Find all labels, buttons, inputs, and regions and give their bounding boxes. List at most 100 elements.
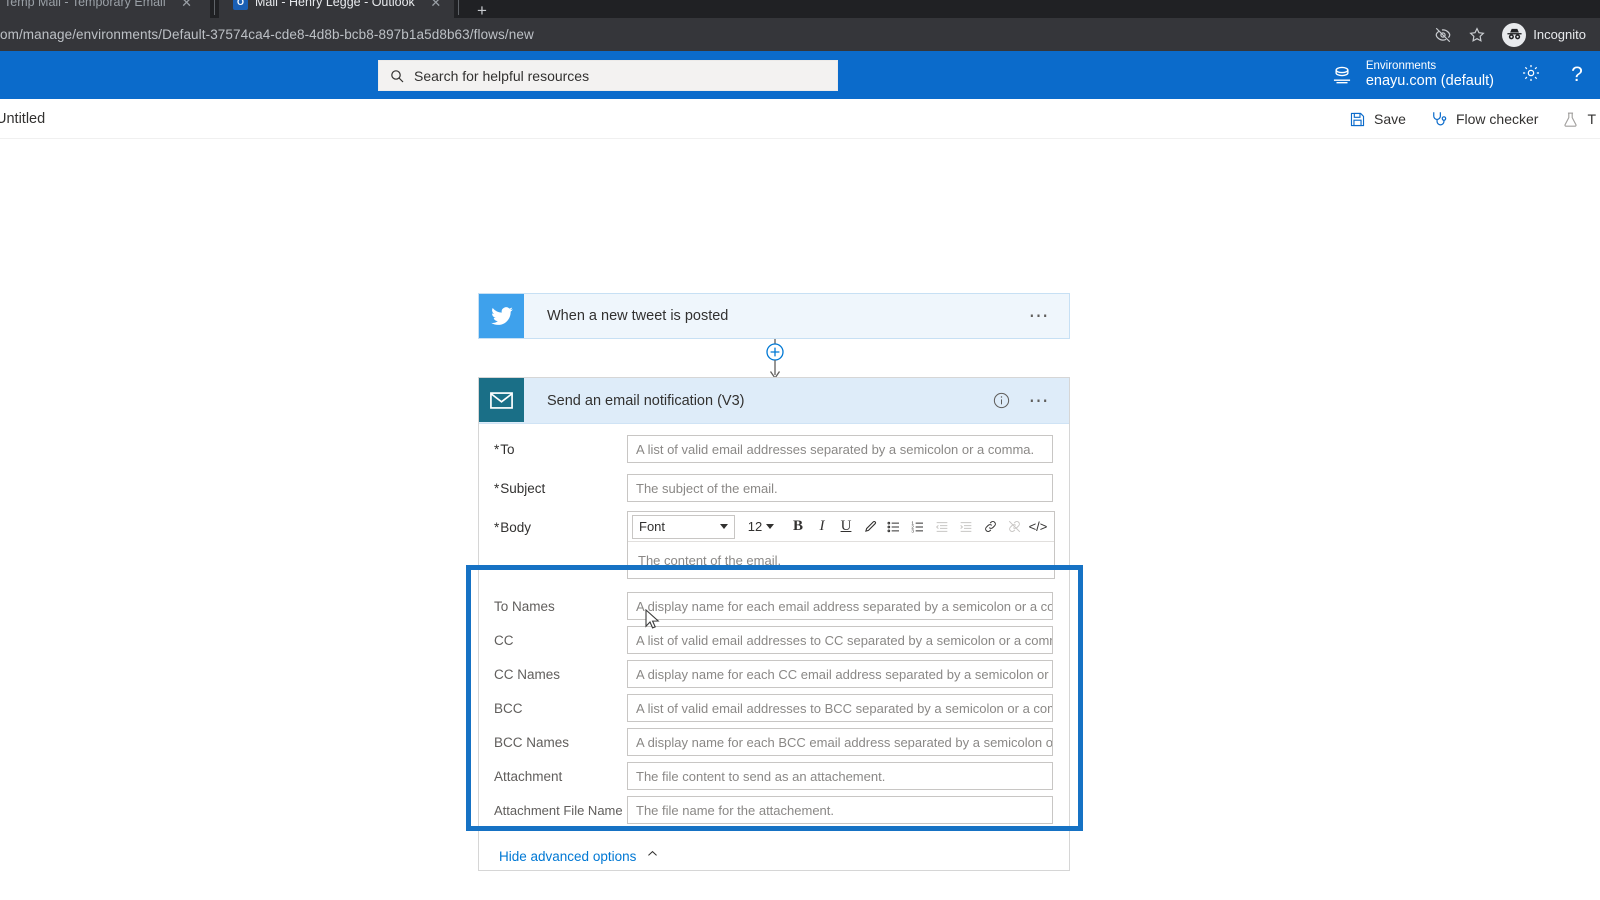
- action-title: Send an email notification (V3): [547, 392, 745, 409]
- font-family-select[interactable]: Font: [632, 514, 735, 539]
- link-icon[interactable]: [978, 515, 1002, 539]
- url-text[interactable]: om/manage/environments/Default-37574ca4-…: [0, 27, 1434, 42]
- ellipsis-icon[interactable]: ⋯: [1029, 391, 1052, 411]
- flow-action-card[interactable]: Send an email notification (V3) ⋯ *To A …: [478, 377, 1070, 871]
- hide-advanced-options-label: Hide advanced options: [499, 848, 637, 864]
- info-circle-icon[interactable]: [992, 391, 1011, 410]
- body-content-input[interactable]: The content of the email.: [628, 542, 1054, 578]
- flask-icon: [1562, 111, 1579, 128]
- flow-title[interactable]: Untitled: [0, 111, 45, 127]
- field-label-bcc: BCC: [494, 700, 523, 716]
- font-size-select[interactable]: 12: [741, 515, 781, 539]
- field-label-to: *To: [494, 441, 515, 457]
- field-row-cc-names: CC Names A display name for each CC emai…: [479, 657, 1069, 691]
- question-mark-icon: ?: [1571, 63, 1583, 86]
- italic-button[interactable]: I: [810, 515, 834, 539]
- pen-highlight-icon[interactable]: [858, 515, 882, 539]
- chevron-up-icon: [646, 847, 659, 865]
- browser-toolbar-icons: Incognito: [1434, 22, 1590, 47]
- settings-button[interactable]: [1508, 51, 1554, 99]
- eye-slash-icon[interactable]: [1434, 26, 1452, 44]
- flow-checker-button[interactable]: Flow checker: [1418, 99, 1550, 139]
- browser-tab-1[interactable]: O Mail - Henry Legge - Outlook ✕: [219, 0, 454, 18]
- incognito-avatar-icon: [1502, 22, 1527, 47]
- field-row-bcc-names: BCC Names A display name for each BCC em…: [479, 725, 1069, 759]
- field-label-subject: *Subject: [494, 480, 546, 496]
- outlook-icon: O: [233, 0, 248, 10]
- field-row-to-names: To Names A display name for each email a…: [479, 589, 1069, 623]
- required-marker: *: [494, 480, 500, 496]
- font-size-value: 12: [747, 519, 763, 534]
- flow-connector: [763, 339, 787, 381]
- test-button[interactable]: T: [1550, 99, 1600, 139]
- to-names-input[interactable]: A display name for each email address se…: [627, 592, 1053, 620]
- flow-trigger-card[interactable]: When a new tweet is posted ⋯: [478, 293, 1070, 339]
- help-button[interactable]: ?: [1554, 51, 1600, 99]
- field-label-cc-names: CC Names: [494, 666, 561, 682]
- bcc-names-input[interactable]: A display name for each BCC email addres…: [627, 728, 1053, 756]
- indent-icon[interactable]: [954, 515, 978, 539]
- to-input[interactable]: A list of valid email addresses separate…: [627, 435, 1053, 463]
- chevron-down-icon: [766, 524, 775, 529]
- field-row-attachment-file-name: Attachment File Name The file name for t…: [479, 793, 1069, 827]
- field-row-body: *Body Font 12 B I U 1 2 3 </> The conten…: [479, 511, 1069, 579]
- environment-icon: [1331, 64, 1353, 86]
- action-header-actions: ⋯: [992, 391, 1070, 411]
- field-label-bcc-names: BCC Names: [494, 734, 570, 750]
- browser-chrome: Temp Mail - Temporary Email ✕ O Mail - H…: [0, 0, 1600, 51]
- flow-checker-label: Flow checker: [1455, 111, 1539, 127]
- incognito-indicator[interactable]: Incognito: [1502, 22, 1586, 47]
- rte-toolbar: Font 12 B I U 1 2 3 </>: [628, 512, 1054, 542]
- subject-input[interactable]: The subject of the email.: [627, 474, 1053, 502]
- bcc-input[interactable]: A list of valid email addresses to BCC s…: [627, 694, 1053, 722]
- star-icon[interactable]: [1468, 26, 1486, 44]
- browser-url-bar[interactable]: om/manage/environments/Default-37574ca4-…: [0, 18, 1600, 51]
- attachment-input[interactable]: The file content to send as an attacheme…: [627, 762, 1053, 790]
- tab-title: Temp Mail - Temporary Email: [4, 0, 166, 9]
- code-view-icon[interactable]: </>: [1026, 515, 1050, 539]
- field-row-attachment: Attachment The file content to send as a…: [479, 759, 1069, 793]
- search-input[interactable]: Search for helpful resources: [378, 60, 838, 91]
- field-label-body: *Body: [494, 520, 532, 535]
- browser-tab-0[interactable]: Temp Mail - Temporary Email ✕: [0, 0, 210, 18]
- ellipsis-icon[interactable]: ⋯: [1029, 306, 1052, 326]
- unlink-icon[interactable]: [1002, 515, 1026, 539]
- cc-input[interactable]: A list of valid email addresses to CC se…: [627, 626, 1053, 654]
- trigger-actions: ⋯: [1029, 306, 1070, 326]
- svg-text:3: 3: [911, 528, 914, 533]
- gear-icon: [1521, 63, 1541, 88]
- field-row-bcc: BCC A list of valid email addresses to B…: [479, 691, 1069, 725]
- incognito-label: Incognito: [1533, 27, 1586, 42]
- mouse-cursor: [645, 608, 660, 636]
- search-placeholder: Search for helpful resources: [414, 67, 590, 84]
- attachment-file-name-input[interactable]: The file name for the attachement.: [627, 796, 1053, 824]
- field-row-subject: *Subject The subject of the email.: [479, 471, 1069, 505]
- environment-selector[interactable]: Environments enayu.com (default): [1317, 51, 1508, 99]
- numbered-list-icon[interactable]: 1 2 3: [906, 515, 930, 539]
- trigger-title: When a new tweet is posted: [547, 308, 729, 324]
- tab-close-icon[interactable]: ✕: [180, 0, 194, 9]
- save-button[interactable]: Save: [1337, 99, 1418, 139]
- tab-close-icon[interactable]: ✕: [429, 0, 443, 9]
- top-bar-right: Environments enayu.com (default) ?: [1317, 51, 1600, 99]
- bold-button[interactable]: B: [786, 515, 810, 539]
- action-card-header[interactable]: Send an email notification (V3) ⋯: [479, 378, 1069, 424]
- underline-button[interactable]: U: [834, 515, 858, 539]
- command-bar-actions: Save Flow checker T: [1337, 99, 1600, 139]
- save-label: Save: [1374, 111, 1406, 127]
- cc-names-input[interactable]: A display name for each CC email address…: [627, 660, 1053, 688]
- new-tab-button[interactable]: +: [469, 0, 495, 18]
- field-row-cc: CC A list of valid email addresses to CC…: [479, 623, 1069, 657]
- command-bar: Untitled Save Flow checker T: [0, 99, 1600, 139]
- outdent-icon[interactable]: [930, 515, 954, 539]
- field-label-cc: CC: [494, 632, 514, 648]
- tab-divider: [458, 0, 459, 15]
- field-label-to-names: To Names: [494, 598, 555, 614]
- field-row-to: *To A list of valid email addresses sepa…: [479, 432, 1069, 466]
- tab-title: Mail - Henry Legge - Outlook: [255, 0, 415, 9]
- body-rich-text-editor[interactable]: Font 12 B I U 1 2 3 </> The content of t…: [627, 511, 1055, 579]
- browser-tabstrip: Temp Mail - Temporary Email ✕ O Mail - H…: [0, 0, 1600, 18]
- bullet-list-icon[interactable]: [882, 515, 906, 539]
- hide-advanced-options-button[interactable]: Hide advanced options: [479, 827, 1069, 871]
- advanced-options-section: To Names A display name for each email a…: [479, 579, 1069, 827]
